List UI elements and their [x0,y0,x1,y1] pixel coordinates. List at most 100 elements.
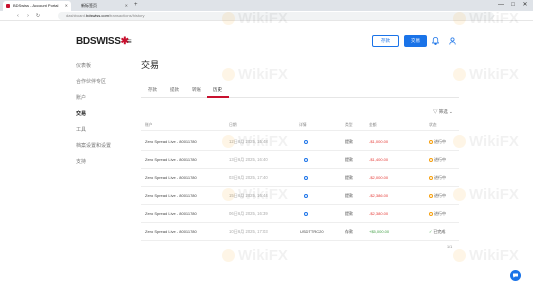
row-divider [141,186,459,187]
wikifx-badge-icon [453,68,466,81]
clock-icon [429,193,433,198]
details-info-icon[interactable] [304,212,308,216]
logo-text: SWISS [89,36,121,47]
header-divider [141,130,459,131]
filter-label: 筛选 [438,109,448,114]
cell-amount: -$2,386.00 [369,193,389,198]
cell-account: Zero Spread Live - 80011780 [145,139,197,144]
sidebar-item-accounts[interactable]: 账户 [76,94,86,101]
status-label: 进行中 [434,175,446,180]
clock-icon [429,211,433,216]
cell-date: 13日6月 2025, 16:40 [229,157,268,162]
col-header-type: 类型 [345,123,353,127]
browser-tab-title: BDSwiss - Account Portal [13,3,59,8]
address-bar[interactable]: dashboard.bdswiss.com/transactions/histo… [58,12,494,20]
deposit-button[interactable]: 存款 [372,35,399,47]
back-icon[interactable]: ‹ [14,11,22,21]
cell-details: USDTTRC20 [300,229,324,234]
col-header-status: 状态 [429,123,437,127]
bdswiss-logo[interactable]: BDSWISS✱ [76,36,129,47]
sidebar-item-partner[interactable]: 合作伙伴专区 [76,78,106,85]
row-divider [141,150,459,151]
close-tab-icon[interactable]: ✕ [125,1,128,11]
trade-button[interactable]: 交易 [404,35,427,47]
sidebar-item-profile-settings[interactable]: 档案设置和设置 [76,142,111,149]
pagination[interactable]: 1/1 [447,245,452,249]
cell-amount: -$2,000.00 [369,175,389,180]
transaction-tabs: 存款 提款 转账 历史 [141,84,459,98]
bdswiss-favicon-icon [6,4,10,8]
col-header-date: 日期 [229,123,237,127]
sidebar-item-dashboard[interactable]: 仪表板 [76,62,91,69]
row-divider [141,240,459,241]
cell-status: 进行中 [429,175,446,181]
browser-tab-title: 新标签页 [81,3,97,8]
logo-prefix: BD [76,36,90,47]
clock-icon [429,139,433,144]
cell-amount: -$1,400.00 [369,157,389,162]
reload-icon[interactable]: ↻ [34,11,42,21]
active-tab-indicator [207,96,229,98]
tab-deposit[interactable]: 存款 [148,87,157,93]
cell-type: 提款 [345,193,353,198]
status-label: 进行中 [434,193,446,198]
cell-account: Zero Spread Live - 80011780 [145,157,197,162]
browser-tab-newtab[interactable]: 新标签页 ✕ [71,1,131,11]
url-path: /transactions/history [108,13,145,18]
row-divider [141,168,459,169]
details-info-icon[interactable] [304,140,308,144]
hamburger-menu-icon[interactable]: ≡ [127,37,132,46]
tab-transfer[interactable]: 转账 [192,87,201,93]
user-icon[interactable] [449,37,456,47]
cell-date: 06日6月 2025, 16:39 [229,211,268,216]
maximize-window-icon[interactable]: □ [507,0,519,11]
details-info-icon[interactable] [304,194,308,198]
browser-tab-portal[interactable]: BDSwiss - Account Portal ✕ [3,1,71,11]
url-prefix: dashboard. [66,13,87,18]
cell-status: 进行中 [429,157,446,163]
col-header-account: 账户 [145,123,153,127]
clock-icon [429,175,433,180]
minimize-window-icon[interactable]: — [495,0,507,11]
browser-toolbar: ‹ › ↻ dashboard.bdswiss.com/transactions… [0,11,533,21]
status-label: 进行中 [434,139,446,144]
cell-amount: +$5,000.00 [369,229,390,234]
close-window-icon[interactable]: ✕ [519,0,531,11]
sidebar-item-tools[interactable]: 工具 [76,126,86,133]
cell-date: 03日6月 2025, 17:40 [229,175,268,180]
cell-account: Zero Spread Live - 80011780 [145,175,197,180]
wikifx-badge-icon [222,249,235,262]
wikifx-badge-icon [453,135,466,148]
wikifx-badge-icon [222,68,235,81]
close-tab-icon[interactable]: ✕ [65,1,68,11]
status-label: 已完成 [433,229,446,234]
page-title: 交易 [141,60,160,70]
cell-status: 进行中 [429,193,446,199]
watermark: WikiFX [453,247,519,264]
sidebar-item-support[interactable]: 支持 [76,158,86,165]
check-icon: ✓ [429,229,433,234]
chat-support-icon[interactable] [510,270,521,281]
new-tab-plus-icon[interactable]: + [134,0,138,11]
details-info-icon[interactable] [304,176,308,180]
watermark: WikiFX [453,133,519,150]
details-info-icon[interactable] [304,158,308,162]
filter-icon: ▽ [433,109,438,114]
cell-amount: -$1,000.00 [369,139,389,144]
wikifx-badge-icon [453,249,466,262]
cell-account: Zero Spread Live - 80011780 [145,229,197,234]
cell-type: 提款 [345,211,353,216]
chevron-down-icon: ⌄ [449,109,453,114]
tab-withdraw[interactable]: 提款 [170,87,179,93]
forward-icon[interactable]: › [24,11,32,21]
cell-type: 提款 [345,139,353,144]
bell-icon[interactable] [431,37,440,47]
sidebar-item-transactions[interactable]: 交易 [76,110,86,117]
filter-button[interactable]: ▽ 筛选 ⌄ [433,109,453,115]
browser-tabbar: BDSwiss - Account Portal ✕ 新标签页 ✕ + — □ … [0,0,533,11]
url-domain: bdswiss.com [86,13,109,18]
cell-status: ✓已完成 [429,229,445,235]
col-header-details: 详情 [299,123,307,127]
tab-history[interactable]: 历史 [213,87,222,93]
cell-account: Zero Spread Live - 80011780 [145,211,197,216]
